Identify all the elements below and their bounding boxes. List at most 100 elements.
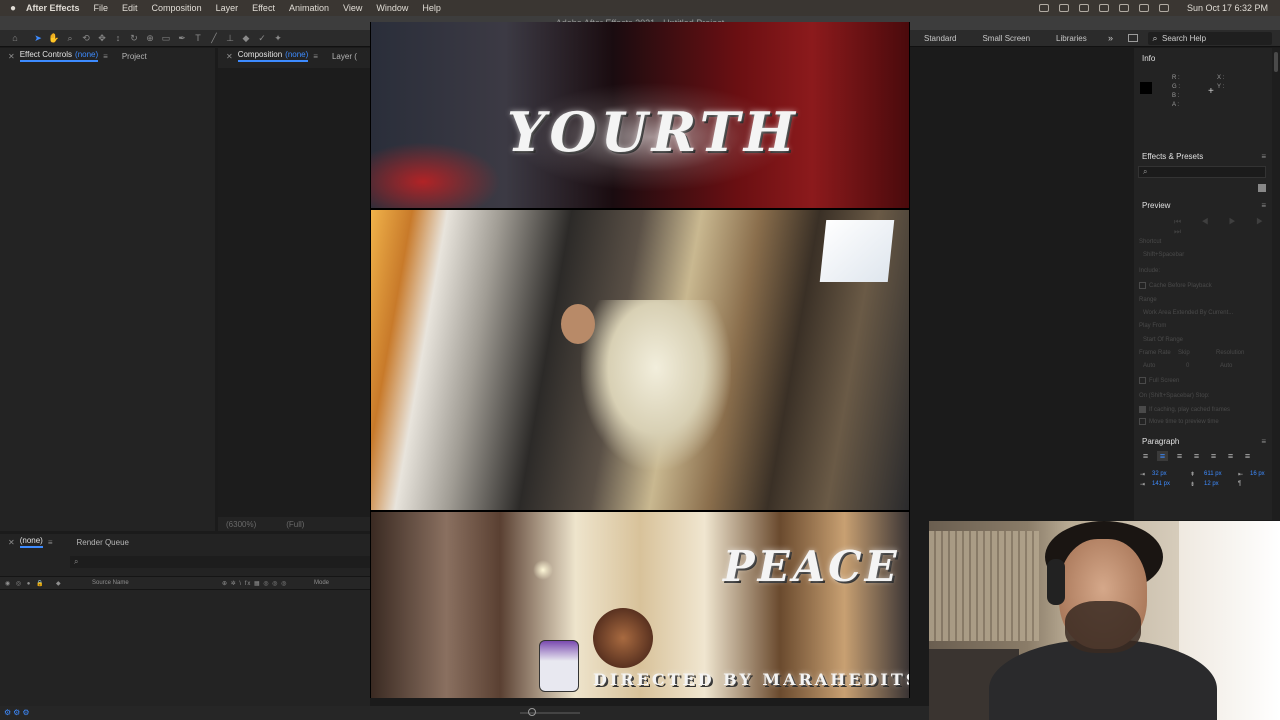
close-icon[interactable]: ✕ <box>8 538 15 547</box>
dolly-camera-icon[interactable]: ↕ <box>111 32 125 44</box>
panel-menu-icon[interactable]: ≡ <box>103 52 108 61</box>
creative-cloud-icon[interactable] <box>1058 4 1069 12</box>
menu-file[interactable]: File <box>94 3 109 13</box>
menu-animation[interactable]: Animation <box>289 3 329 13</box>
battery-icon[interactable] <box>1138 4 1149 12</box>
eraser-tool-icon[interactable]: ◆ <box>239 32 253 44</box>
justify-all-icon[interactable]: ≡ <box>1242 451 1253 461</box>
menu-effect[interactable]: Effect <box>252 3 275 13</box>
column-mode[interactable]: Mode <box>314 580 329 586</box>
play-cached-frames-checkbox[interactable]: If caching, play cached frames <box>1139 406 1230 413</box>
rectangle-tool-icon[interactable]: ▭ <box>159 32 173 44</box>
preview-title: Preview <box>1142 201 1171 210</box>
selection-tool-icon[interactable]: ➤ <box>31 32 45 44</box>
workspace-panel-icon[interactable] <box>1128 34 1138 42</box>
peace-text: PEACE <box>723 542 900 591</box>
menu-view[interactable]: View <box>343 3 362 13</box>
align-right-icon[interactable]: ≡ <box>1174 451 1185 461</box>
label-icon[interactable]: ◆ <box>56 580 61 587</box>
zoom-tool-icon[interactable]: ⌕ <box>63 32 77 44</box>
full-screen-checkbox[interactable]: Full Screen <box>1139 377 1179 384</box>
indent-left-value[interactable]: 32 px <box>1152 471 1167 477</box>
menu-window[interactable]: Window <box>376 3 408 13</box>
panel-menu-icon[interactable]: ≡ <box>1261 201 1266 210</box>
brush-tool-icon[interactable]: ╱ <box>207 32 221 44</box>
align-center-icon[interactable]: ≡ <box>1157 451 1168 461</box>
menu-help[interactable]: Help <box>422 3 441 13</box>
switches-icons[interactable]: ⊕ ✲ \ fx ▦ ◎ ◎ ◎ <box>222 580 287 587</box>
menubar-clock[interactable]: Sun Oct 17 6:32 PM <box>1187 3 1268 13</box>
playback-controls-icons[interactable]: ⏮ ◀ ▶ ▶ ⏭ <box>1174 217 1280 237</box>
column-source-name[interactable]: Source Name <box>92 580 129 586</box>
menu-composition[interactable]: Composition <box>152 3 202 13</box>
tab-effect-controls[interactable]: ✕ Effect Controls (none) ≡ <box>8 50 108 62</box>
menu-layer[interactable]: Layer <box>216 3 239 13</box>
panel-menu-icon[interactable]: ≡ <box>48 538 53 547</box>
text-direction-icon[interactable]: ¶ <box>1238 481 1241 487</box>
timeline-zoom-knob[interactable] <box>528 708 536 716</box>
close-icon[interactable]: ✕ <box>8 52 15 61</box>
tab-project[interactable]: Project <box>122 52 147 61</box>
indent-right-value[interactable]: 16 px <box>1250 471 1265 477</box>
justify-left-icon[interactable]: ≡ <box>1191 451 1202 461</box>
tab-render-queue[interactable]: Render Queue <box>77 538 129 547</box>
pan-behind-icon[interactable]: ✥ <box>95 32 109 44</box>
puppet-pin-icon[interactable]: ✦ <box>271 32 285 44</box>
first-line-indent-value[interactable]: 141 px <box>1152 481 1170 487</box>
preview-play-from-dropdown[interactable]: Start Of Range <box>1143 337 1183 343</box>
tab-layer[interactable]: Layer ( <box>332 52 357 61</box>
apple-icon[interactable]: ● <box>0 3 26 14</box>
resolution-dropdown[interactable]: Auto <box>1220 363 1232 369</box>
rotate-tool-icon[interactable]: ↻ <box>127 32 141 44</box>
move-time-checkbox[interactable]: Move time to preview time <box>1139 418 1219 425</box>
orbit-camera-icon[interactable]: ⟲ <box>79 32 93 44</box>
roto-brush-icon[interactable]: ✓ <box>255 32 269 44</box>
composition-viewer[interactable] <box>218 68 370 517</box>
panel-menu-icon[interactable]: ≡ <box>1261 152 1266 161</box>
red-light <box>371 142 501 208</box>
preview-range-dropdown[interactable]: Work Area Extended By Current... <box>1143 310 1233 316</box>
workspace-small-screen[interactable]: Small Screen <box>982 34 1030 43</box>
workspace-libraries[interactable]: Libraries <box>1056 34 1087 43</box>
tab-timeline-none[interactable]: ✕ (none) ≡ <box>8 536 53 548</box>
close-icon[interactable]: ✕ <box>226 52 233 61</box>
anchor-tool-icon[interactable]: ⊕ <box>143 32 157 44</box>
menu-edit[interactable]: Edit <box>122 3 138 13</box>
panel-menu-icon[interactable]: ≡ <box>1261 437 1266 446</box>
workspace-more-button[interactable]: » <box>1108 33 1113 43</box>
cloud-icon[interactable] <box>1038 4 1049 12</box>
align-left-icon[interactable]: ≡ <box>1140 451 1151 461</box>
cache-before-playback-checkbox[interactable]: Cache Before Playback <box>1139 282 1212 289</box>
space-before-value[interactable]: 611 px <box>1204 471 1222 477</box>
frame-rate-dropdown[interactable]: Auto <box>1143 363 1155 369</box>
app-menu[interactable]: After Effects <box>26 3 80 13</box>
performer-head <box>561 304 595 344</box>
new-folder-icon[interactable] <box>1258 184 1266 192</box>
preview-play-from-label: Play From <box>1139 323 1167 329</box>
resolution-dropdown[interactable]: (Full) <box>286 520 304 529</box>
tab-composition[interactable]: ✕ Composition (none) ≡ <box>226 50 318 62</box>
timeline-search-input[interactable]: ⌕ <box>70 556 374 568</box>
effects-search-input[interactable]: ⌕ <box>1138 166 1266 178</box>
status-toggle-icons[interactable]: ⚙⚙⚙ <box>4 708 32 717</box>
performer-figure <box>581 300 731 470</box>
bluetooth-icon[interactable] <box>1098 4 1109 12</box>
clone-stamp-icon[interactable]: ⊥ <box>223 32 237 44</box>
home-icon[interactable]: ⌂ <box>8 32 22 44</box>
hand-tool-icon[interactable]: ✋ <box>47 32 61 44</box>
skip-dropdown[interactable]: 0 <box>1186 363 1189 369</box>
eye-icon[interactable] <box>1078 4 1089 12</box>
pen-tool-icon[interactable]: ✒ <box>175 32 189 44</box>
av-switches-icons[interactable]: ◉ ◎ ● 🔒 <box>5 580 46 587</box>
justify-right-icon[interactable]: ≡ <box>1225 451 1236 461</box>
spotlight-icon[interactable] <box>1158 4 1169 12</box>
justify-center-icon[interactable]: ≡ <box>1208 451 1219 461</box>
type-tool-icon[interactable]: T <box>191 32 205 44</box>
space-after-value[interactable]: 12 px <box>1204 481 1219 487</box>
workspace-standard[interactable]: Standard <box>924 34 956 43</box>
wifi-icon[interactable] <box>1118 4 1129 12</box>
search-help-field[interactable]: ⌕ Search Help <box>1148 32 1272 45</box>
preview-shortcut-dropdown[interactable]: Shift+Spacebar <box>1143 252 1184 258</box>
zoom-level[interactable]: (6300%) <box>226 520 256 529</box>
panel-menu-icon[interactable]: ≡ <box>313 52 318 61</box>
